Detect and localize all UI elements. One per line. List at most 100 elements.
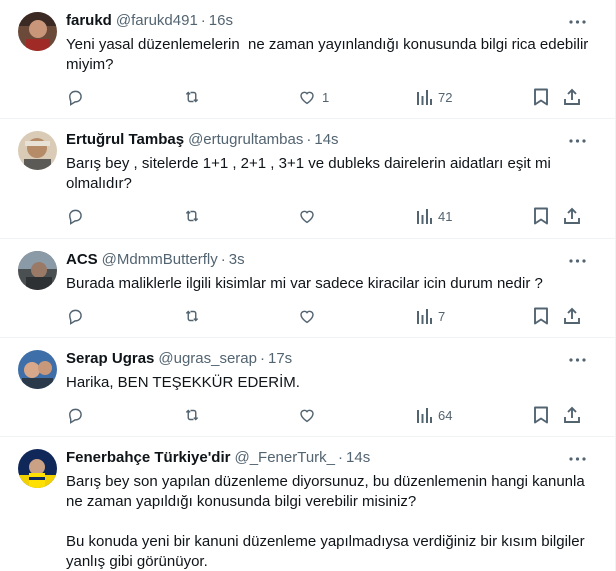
share-icon bbox=[563, 88, 581, 106]
separator: · bbox=[306, 131, 312, 148]
tweet[interactable]: farukd @farukd491 · 16s Yeni yasal düzen… bbox=[0, 0, 615, 119]
reply-button[interactable] bbox=[66, 87, 84, 107]
bookmark-icon bbox=[533, 307, 549, 325]
user-handle[interactable]: @ugras_serap bbox=[158, 350, 257, 367]
tweet-feed: farukd @farukd491 · 16s Yeni yasal düzen… bbox=[0, 0, 615, 571]
reply-button[interactable] bbox=[66, 306, 84, 326]
tweet-text: Burada maliklerle ilgili kisimlar mi var… bbox=[66, 275, 543, 292]
heart-icon bbox=[298, 207, 316, 225]
retweet-button[interactable] bbox=[182, 405, 202, 425]
like-button[interactable] bbox=[298, 306, 322, 326]
more-dots-icon[interactable] bbox=[567, 131, 587, 151]
separator: · bbox=[260, 350, 265, 367]
reply-icon bbox=[66, 88, 84, 106]
tweet-actions: 1 72 bbox=[66, 79, 599, 123]
tweet-header: Serap Ugras @ugras_serap · 17s bbox=[66, 350, 599, 370]
heart-icon bbox=[298, 406, 316, 424]
tweet[interactable]: Serap Ugras @ugras_serap · 17s Harika, B… bbox=[0, 338, 615, 437]
tweet-actions: 7 bbox=[66, 298, 599, 342]
reply-button[interactable] bbox=[66, 206, 84, 226]
share-button[interactable] bbox=[563, 306, 581, 326]
views-button[interactable]: 64 bbox=[416, 405, 452, 425]
share-button[interactable] bbox=[563, 405, 581, 425]
timestamp[interactable]: 14s bbox=[346, 449, 370, 466]
like-button[interactable] bbox=[298, 405, 322, 425]
like-button[interactable]: 1 bbox=[298, 87, 329, 107]
user-handle[interactable]: @_FenerTurk_ bbox=[234, 449, 335, 466]
retweet-icon bbox=[182, 88, 202, 106]
more-dots-icon[interactable] bbox=[567, 251, 587, 271]
tweet-text: Barış bey , sitelerde 1+1 , 2+1 , 3+1 ve… bbox=[66, 155, 556, 192]
user-handle[interactable]: @ertugrultambas bbox=[188, 131, 303, 148]
tweet[interactable]: Fenerbahçe Türkiye'dir @_FenerTurk_ · 14… bbox=[0, 437, 615, 571]
more-dots-icon[interactable] bbox=[567, 12, 587, 32]
display-name[interactable]: Ertuğrul Tambaş bbox=[66, 131, 184, 148]
view-count: 64 bbox=[438, 407, 453, 423]
tweet-text: Harika, BEN TEŞEKKÜR EDERİM. bbox=[66, 374, 300, 391]
views-button[interactable]: 41 bbox=[416, 206, 452, 226]
retweet-icon bbox=[182, 406, 202, 424]
retweet-button[interactable] bbox=[182, 206, 202, 226]
timestamp[interactable]: 17s bbox=[268, 350, 292, 367]
reply-icon bbox=[66, 207, 84, 225]
reply-icon bbox=[66, 307, 84, 325]
separator: · bbox=[338, 449, 344, 466]
tweet-text: Barış bey son yapılan düzenleme diyorsun… bbox=[66, 473, 585, 570]
like-count: 1 bbox=[322, 89, 330, 105]
tweet-actions: 64 bbox=[66, 397, 599, 441]
share-button[interactable] bbox=[563, 206, 581, 226]
bookmark-icon bbox=[533, 88, 549, 106]
avatar[interactable] bbox=[18, 12, 57, 51]
retweet-button[interactable] bbox=[182, 306, 202, 326]
tweet[interactable]: ACS @MdmmButterfly · 3s Burada maliklerl… bbox=[0, 239, 615, 338]
reply-button[interactable] bbox=[66, 405, 84, 425]
avatar[interactable] bbox=[18, 251, 57, 290]
user-handle[interactable]: @MdmmButterfly bbox=[102, 251, 218, 268]
bookmark-button[interactable] bbox=[533, 206, 549, 226]
more-dots-icon[interactable] bbox=[567, 449, 587, 469]
heart-icon bbox=[298, 88, 316, 106]
views-button[interactable]: 7 bbox=[416, 306, 445, 326]
tweet-header: farukd @farukd491 · 16s bbox=[66, 12, 599, 32]
user-handle[interactable]: @farukd491 bbox=[116, 12, 198, 29]
share-icon bbox=[563, 406, 581, 424]
retweet-button[interactable] bbox=[182, 87, 202, 107]
timestamp[interactable]: 16s bbox=[209, 12, 233, 29]
timestamp[interactable]: 14s bbox=[314, 131, 338, 148]
views-button[interactable]: 72 bbox=[416, 87, 452, 107]
view-count: 72 bbox=[438, 89, 453, 105]
bookmark-button[interactable] bbox=[533, 87, 549, 107]
views-chart-icon bbox=[416, 307, 432, 325]
separator: · bbox=[200, 12, 206, 29]
retweet-icon bbox=[182, 307, 202, 325]
view-count: 41 bbox=[438, 208, 453, 224]
views-chart-icon bbox=[416, 207, 432, 225]
share-icon bbox=[563, 207, 581, 225]
avatar[interactable] bbox=[18, 350, 57, 389]
bookmark-button[interactable] bbox=[533, 405, 549, 425]
tweet[interactable]: Ertuğrul Tambaş @ertugrultambas · 14s Ba… bbox=[0, 119, 615, 239]
avatar[interactable] bbox=[18, 131, 57, 170]
heart-icon bbox=[298, 307, 316, 325]
more-dots-icon[interactable] bbox=[567, 350, 587, 370]
tweet-header: Fenerbahçe Türkiye'dir @_FenerTurk_ · 14… bbox=[66, 449, 599, 469]
bookmark-button[interactable] bbox=[533, 306, 549, 326]
separator: · bbox=[220, 251, 226, 268]
bookmark-icon bbox=[533, 406, 549, 424]
share-icon bbox=[563, 307, 581, 325]
timestamp[interactable]: 3s bbox=[229, 251, 245, 268]
share-button[interactable] bbox=[563, 87, 581, 107]
tweet-text: Yeni yasal düzenlemelerin ne zaman yayın… bbox=[66, 36, 593, 73]
bookmark-icon bbox=[533, 207, 549, 225]
view-count: 7 bbox=[438, 308, 446, 324]
views-chart-icon bbox=[416, 88, 432, 106]
retweet-icon bbox=[182, 207, 202, 225]
display-name[interactable]: Serap Ugras bbox=[66, 350, 154, 367]
tweet-header: ACS @MdmmButterfly · 3s bbox=[66, 251, 599, 271]
display-name[interactable]: ACS bbox=[66, 251, 98, 268]
avatar[interactable] bbox=[18, 449, 57, 488]
display-name[interactable]: Fenerbahçe Türkiye'dir bbox=[66, 449, 230, 466]
like-button[interactable] bbox=[298, 206, 322, 226]
display-name[interactable]: farukd bbox=[66, 12, 112, 29]
tweet-actions: 41 bbox=[66, 198, 599, 242]
